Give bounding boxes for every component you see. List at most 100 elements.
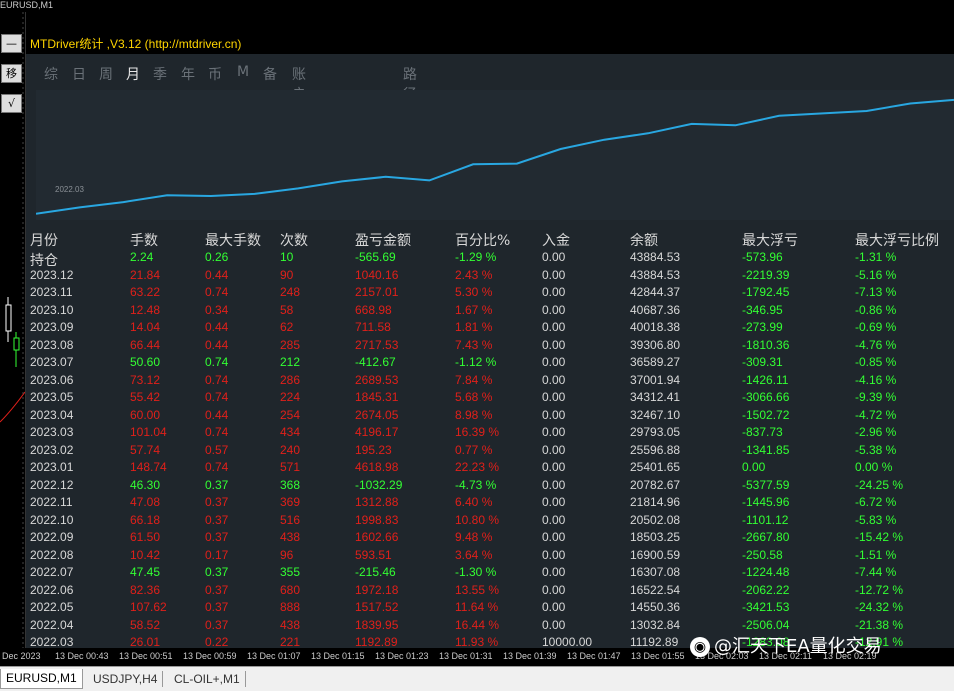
cell-balance: 16522.54 bbox=[630, 582, 681, 597]
cell-profit: 1192.89 bbox=[355, 635, 398, 648]
cell-max-drawdown: -2062.22 bbox=[742, 582, 790, 597]
cell-max-lots: 0.37 bbox=[205, 530, 229, 544]
table-row: 持仓 2.24 0.26 10 -565.69 -1.29 % 0.00 43884.53 -5… bbox=[26, 250, 954, 268]
minimize-button[interactable]: — bbox=[1, 34, 22, 53]
cell-month: 2022.11 bbox=[30, 495, 73, 509]
tab-summary[interactable]: 综 bbox=[44, 64, 58, 84]
cell-trades: 224 bbox=[280, 390, 301, 404]
cell-trades: 368 bbox=[280, 477, 301, 492]
table-row: 2023.09 14.04 0.44 62 711.58 1.81 % 0.00 40018.… bbox=[26, 320, 954, 337]
table-row: 2022.12 46.30 0.37 368 -1032.29 -4.73 % 0.00 20… bbox=[26, 478, 954, 495]
cell-percent: 7.43 % bbox=[455, 337, 493, 352]
cell-deposit: 0.00 bbox=[542, 337, 566, 352]
cell-trades: 58 bbox=[280, 302, 294, 317]
cell-profit: 4618.98 bbox=[355, 460, 399, 474]
move-button[interactable]: 移 bbox=[1, 64, 22, 83]
tab-currency[interactable]: 币 bbox=[208, 64, 222, 84]
cell-month: 2023.04 bbox=[30, 407, 74, 422]
tab-day[interactable]: 日 bbox=[72, 64, 86, 84]
cell-max-drawdown-ratio: -15.42 % bbox=[855, 530, 904, 544]
tab-week[interactable]: 周 bbox=[99, 64, 113, 84]
cell-max-drawdown: -837.73 bbox=[742, 425, 783, 439]
cell-profit: 195.23 bbox=[355, 442, 392, 457]
cell-balance: 18503.25 bbox=[630, 530, 681, 544]
cell-trades: 434 bbox=[280, 425, 301, 439]
tab-month[interactable]: 月 bbox=[126, 64, 140, 84]
tab-quarter[interactable]: 季 bbox=[153, 64, 167, 84]
time-tick: 13 Dec 00:59 bbox=[183, 651, 237, 661]
cell-month: 2023.08 bbox=[30, 337, 74, 352]
cell-lots: 2.24 bbox=[130, 250, 154, 264]
symbol-tab-bar: EURUSD,M1 USDJPY,H4 CL-OIL+,M1 bbox=[0, 666, 954, 691]
cell-month: 2023.12 bbox=[30, 267, 74, 282]
cell-max-drawdown: -1426.11 bbox=[742, 372, 789, 387]
cell-max-drawdown: -250.58 bbox=[742, 547, 783, 562]
cell-max-drawdown-ratio: -4.16 % bbox=[855, 372, 897, 387]
time-tick: Dec 2023 bbox=[2, 651, 41, 661]
panel-title: MTDriver统计 ,V3.12 (http://mtdriver.cn) bbox=[26, 34, 954, 54]
cell-balance: 29793.05 bbox=[630, 425, 681, 439]
confirm-button[interactable]: √ bbox=[1, 94, 22, 113]
cell-month: 2023.01 bbox=[30, 460, 74, 474]
tab-m[interactable]: M bbox=[237, 64, 249, 80]
cell-balance: 40018.38 bbox=[630, 320, 681, 334]
table-row: 2023.07 50.60 0.74 212 -412.67 -1.12 % 0.00 365… bbox=[26, 355, 954, 372]
cell-balance: 16307.08 bbox=[630, 565, 681, 579]
cell-deposit: 0.00 bbox=[542, 355, 566, 369]
cell-max-drawdown-ratio: -1.51 % bbox=[855, 547, 897, 562]
cell-month: 2022.05 bbox=[30, 600, 74, 614]
cell-max-drawdown: -1341.85 bbox=[742, 442, 790, 457]
cell-balance: 39306.80 bbox=[630, 337, 681, 352]
cell-max-drawdown: -1792.45 bbox=[742, 285, 790, 299]
symbol-tab-cloil[interactable]: CL-OIL+,M1 bbox=[169, 671, 246, 687]
cell-max-drawdown-ratio: -7.13 % bbox=[855, 285, 897, 299]
statistics-panel: MTDriver统计 ,V3.12 (http://mtdriver.cn) 综… bbox=[26, 34, 954, 648]
cell-trades: 90 bbox=[280, 267, 294, 282]
cell-balance: 21814.96 bbox=[630, 495, 681, 509]
cell-deposit: 0.00 bbox=[542, 372, 566, 387]
cell-lots: 47.45 bbox=[130, 565, 161, 579]
cell-deposit: 0.00 bbox=[542, 302, 566, 317]
symbol-tab-eurusd[interactable]: EURUSD,M1 bbox=[0, 669, 83, 689]
cell-max-drawdown-ratio: -5.38 % bbox=[855, 442, 897, 457]
cell-percent: 1.81 % bbox=[455, 320, 493, 334]
cell-max-drawdown-ratio: -12.72 % bbox=[855, 582, 904, 597]
cell-max-lots: 0.74 bbox=[205, 425, 229, 439]
cell-percent: -1.29 % bbox=[455, 250, 497, 264]
cell-percent: 16.44 % bbox=[455, 617, 500, 632]
cell-percent: 5.68 % bbox=[455, 390, 493, 404]
cell-deposit: 0.00 bbox=[542, 495, 566, 509]
cell-balance: 13032.84 bbox=[630, 617, 681, 632]
cell-percent: 16.39 % bbox=[455, 425, 500, 439]
cell-max-drawdown-ratio: -4.76 % bbox=[855, 337, 897, 352]
cell-max-drawdown: -573.96 bbox=[742, 250, 783, 264]
cell-deposit: 0.00 bbox=[542, 565, 566, 579]
cell-max-drawdown: -1445.96 bbox=[742, 495, 790, 509]
cell-max-lots: 0.37 bbox=[205, 582, 229, 597]
cell-max-drawdown: -309.31 bbox=[742, 355, 783, 369]
cell-deposit: 0.00 bbox=[542, 600, 566, 614]
tab-backup[interactable]: 备 bbox=[263, 64, 277, 84]
cell-max-drawdown: -2667.80 bbox=[742, 530, 790, 544]
cell-max-lots: 0.37 bbox=[205, 617, 229, 632]
tab-year[interactable]: 年 bbox=[181, 64, 195, 84]
cell-balance: 37001.94 bbox=[630, 372, 681, 387]
cell-lots: 57.74 bbox=[130, 442, 161, 457]
cell-lots: 73.12 bbox=[130, 372, 161, 387]
header-month: 月份 bbox=[30, 233, 58, 249]
cell-max-lots: 0.26 bbox=[205, 250, 229, 264]
equity-chart: 2022.03 bbox=[36, 90, 954, 220]
cell-month: 2022.09 bbox=[30, 530, 74, 544]
cell-max-drawdown-ratio: -4.72 % bbox=[855, 407, 897, 422]
cell-max-lots: 0.44 bbox=[205, 407, 229, 422]
cell-max-drawdown-ratio: -21.38 % bbox=[855, 617, 904, 632]
cell-month: 2022.06 bbox=[30, 582, 74, 597]
cell-profit: 1845.31 bbox=[355, 390, 399, 404]
weibo-icon: ◉ bbox=[690, 637, 710, 657]
cell-lots: 55.42 bbox=[130, 390, 161, 404]
cell-trades: 286 bbox=[280, 372, 301, 387]
cell-trades: 680 bbox=[280, 582, 301, 597]
symbol-tab-usdjpy[interactable]: USDJPY,H4 bbox=[88, 671, 164, 687]
cell-trades: 888 bbox=[280, 600, 301, 614]
cell-profit: 593.51 bbox=[355, 547, 392, 562]
